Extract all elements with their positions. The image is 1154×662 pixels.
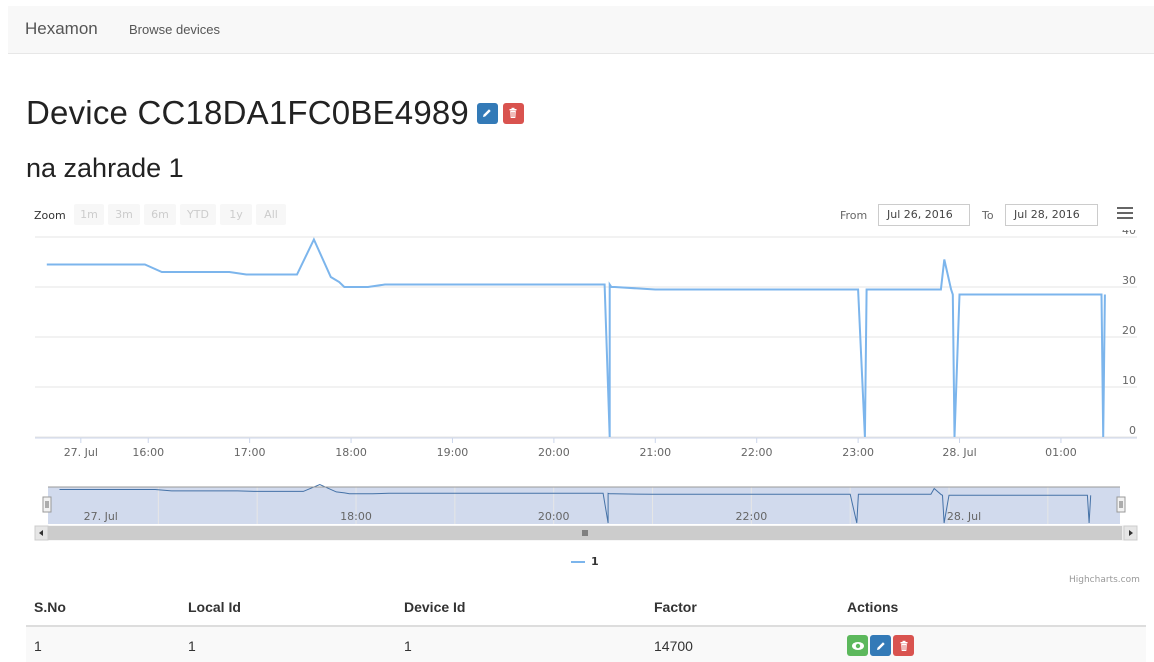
navigator[interactable]: 27. Jul 18:00 20:00 22:00 28. Jul [0, 482, 1154, 542]
col-sno: S.No [26, 589, 180, 627]
series-1-line [46, 237, 1106, 438]
legend-label: 1 [591, 555, 599, 568]
view-sensor-button[interactable] [847, 635, 868, 656]
navigator-tick-label: 22:00 [736, 510, 768, 523]
brand-link[interactable]: Hexamon [25, 19, 98, 39]
device-location: na zahrade 1 [26, 153, 184, 183]
x-tick-label: 27. Jul [64, 446, 98, 459]
x-tick-label: 22:00 [741, 446, 773, 459]
zoom-6m-button[interactable]: 6m [144, 204, 176, 225]
scroll-right-icon[interactable] [1123, 525, 1138, 541]
x-tick-label: 23:00 [842, 446, 874, 459]
trash-icon [900, 640, 907, 651]
col-device-id: Device Id [396, 589, 646, 627]
pencil-icon [483, 109, 492, 117]
trash-icon [509, 107, 517, 118]
from-label: From [840, 209, 868, 222]
navbar: Hexamon Browse devices [8, 6, 1154, 54]
nav-browse-devices[interactable]: Browse devices [129, 22, 220, 37]
x-tick-label: 28. Jul [942, 446, 976, 459]
delete-device-button[interactable] [502, 102, 524, 124]
navigator-tick-label: 28. Jul [947, 510, 981, 523]
chart-menu-icon[interactable] [1117, 207, 1133, 221]
col-factor: Factor [646, 589, 839, 627]
y-tick-label: 0 [1129, 424, 1136, 437]
zoom-1y-button[interactable]: 1y [220, 204, 252, 225]
main-chart[interactable]: 0 10 20 30 40 27. Jul 16:00 17:00 18:00 19:00 20:… [0, 230, 1154, 480]
zoom-label: Zoom [34, 209, 66, 222]
sensor-table: S.No Local Id Device Id Factor Actions 1… [26, 589, 1146, 662]
x-tick-label: 01:00 [1045, 446, 1077, 459]
delete-sensor-button[interactable] [893, 635, 914, 656]
edit-device-button[interactable] [476, 102, 498, 124]
cell-actions [839, 625, 1146, 662]
x-tick-label: 21:00 [639, 446, 671, 459]
eye-icon [851, 641, 864, 650]
highcharts-credits[interactable]: Highcharts.com [1069, 575, 1140, 585]
navigator-right-handle[interactable] [1116, 496, 1126, 513]
from-date-input[interactable]: Jul 26, 2016 [878, 204, 970, 226]
cell-factor: 14700 [646, 625, 839, 662]
y-tick-label: 20 [1122, 324, 1136, 337]
cell-sno: 1 [26, 625, 180, 662]
x-tick-label: 19:00 [437, 446, 469, 459]
x-tick-label: 18:00 [335, 446, 367, 459]
col-actions: Actions [839, 589, 1146, 627]
page-title: Device CC18DA1FC0BE4989 [26, 94, 524, 132]
zoom-3m-button[interactable]: 3m [108, 204, 140, 225]
pencil-icon [876, 641, 885, 650]
y-tick-label: 30 [1122, 274, 1136, 287]
zoom-1m-button[interactable]: 1m [74, 204, 104, 225]
table-header-row: S.No Local Id Device Id Factor Actions [26, 589, 1146, 627]
edit-sensor-button[interactable] [870, 635, 891, 656]
navigator-tick-label: 18:00 [340, 510, 372, 523]
legend-line-symbol [571, 560, 585, 563]
y-tick-label: 40 [1122, 230, 1136, 237]
col-local-id: Local Id [180, 589, 396, 627]
zoom-all-button[interactable]: All [256, 204, 286, 225]
navigator-tick-label: 27. Jul [84, 510, 118, 523]
legend-item-series-1[interactable]: 1 [571, 555, 599, 568]
page-title-text: Device CC18DA1FC0BE4989 [26, 94, 469, 131]
zoom-ytd-button[interactable]: YTD [180, 204, 216, 225]
cell-device-id: 1 [396, 625, 646, 662]
x-tick-label: 20:00 [538, 446, 570, 459]
table-row: 1 1 1 14700 [26, 625, 1146, 662]
navigator-tick-label: 20:00 [538, 510, 570, 523]
x-tick-label: 16:00 [132, 446, 164, 459]
y-tick-label: 10 [1122, 374, 1136, 387]
to-label: To [982, 209, 994, 222]
to-date-input[interactable]: Jul 28, 2016 [1005, 204, 1098, 226]
cell-local-id: 1 [180, 625, 396, 662]
scroll-left-icon[interactable] [34, 525, 49, 541]
navigator-left-handle[interactable] [42, 496, 52, 513]
x-tick-label: 17:00 [234, 446, 266, 459]
